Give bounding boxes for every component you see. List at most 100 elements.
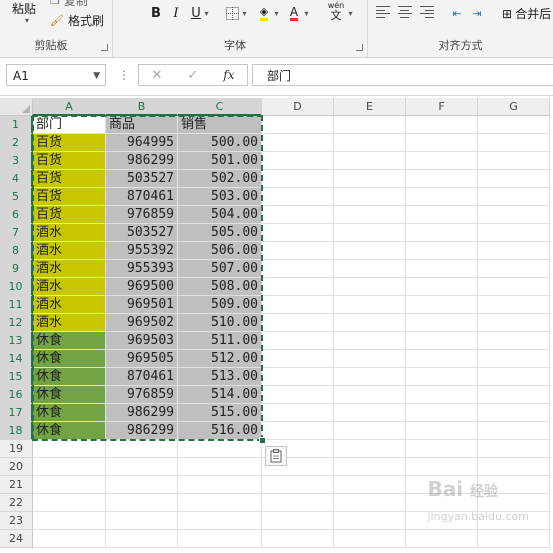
- insert-function-icon[interactable]: fx: [223, 68, 234, 82]
- cell-g5[interactable]: [478, 188, 550, 206]
- cell-f15[interactable]: [406, 368, 478, 386]
- chevron-down-icon[interactable]: ▼: [93, 65, 100, 87]
- cell-d6[interactable]: [262, 206, 334, 224]
- cell-g12[interactable]: [478, 314, 550, 332]
- cell-c18[interactable]: 516.00: [178, 422, 262, 440]
- cell-f6[interactable]: [406, 206, 478, 224]
- cell-b14[interactable]: 969505: [106, 350, 178, 368]
- cell-b19[interactable]: [106, 440, 178, 458]
- cell-e24[interactable]: [334, 530, 406, 548]
- fill-handle[interactable]: [259, 437, 266, 444]
- cell-g24[interactable]: [478, 530, 550, 548]
- cell-d23[interactable]: [262, 512, 334, 530]
- merge-center-button[interactable]: ⊞ 合并后: [502, 5, 551, 22]
- cell-g4[interactable]: [478, 170, 550, 188]
- row-header-14[interactable]: 14: [0, 350, 33, 368]
- cell-a14[interactable]: 休食: [33, 350, 106, 368]
- cell-f17[interactable]: [406, 404, 478, 422]
- cell-b9[interactable]: 955393: [106, 260, 178, 278]
- formula-input[interactable]: 部门: [252, 64, 553, 86]
- row-header-8[interactable]: 8: [0, 242, 33, 260]
- cell-f7[interactable]: [406, 224, 478, 242]
- cell-d11[interactable]: [262, 296, 334, 314]
- cell-c10[interactable]: 508.00: [178, 278, 262, 296]
- row-header-19[interactable]: 19: [0, 440, 33, 458]
- cell-f13[interactable]: [406, 332, 478, 350]
- cell-a23[interactable]: [33, 512, 106, 530]
- row-header-17[interactable]: 17: [0, 404, 33, 422]
- cell-d15[interactable]: [262, 368, 334, 386]
- cell-a15[interactable]: 休食: [33, 368, 106, 386]
- cell-f9[interactable]: [406, 260, 478, 278]
- cell-a18[interactable]: 休食: [33, 422, 106, 440]
- row-header-5[interactable]: 5: [0, 188, 33, 206]
- cell-b15[interactable]: 870461: [106, 368, 178, 386]
- cell-g10[interactable]: [478, 278, 550, 296]
- cell-f5[interactable]: [406, 188, 478, 206]
- column-header-f[interactable]: F: [406, 98, 478, 116]
- row-header-1[interactable]: 1: [0, 116, 33, 134]
- cell-e22[interactable]: [334, 494, 406, 512]
- cell-d4[interactable]: [262, 170, 334, 188]
- cell-e3[interactable]: [334, 152, 406, 170]
- cell-c24[interactable]: [178, 530, 262, 548]
- cell-g8[interactable]: [478, 242, 550, 260]
- cell-b8[interactable]: 955392: [106, 242, 178, 260]
- cell-g18[interactable]: [478, 422, 550, 440]
- cell-g14[interactable]: [478, 350, 550, 368]
- cell-c7[interactable]: 505.00: [178, 224, 262, 242]
- cell-b18[interactable]: 986299: [106, 422, 178, 440]
- cell-f18[interactable]: [406, 422, 478, 440]
- cell-b7[interactable]: 503527: [106, 224, 178, 242]
- cell-g3[interactable]: [478, 152, 550, 170]
- row-header-15[interactable]: 15: [0, 368, 33, 386]
- cell-b10[interactable]: 969500: [106, 278, 178, 296]
- cell-f11[interactable]: [406, 296, 478, 314]
- cell-d10[interactable]: [262, 278, 334, 296]
- row-header-20[interactable]: 20: [0, 458, 33, 476]
- cell-d12[interactable]: [262, 314, 334, 332]
- cell-c4[interactable]: 502.00: [178, 170, 262, 188]
- cell-a8[interactable]: 酒水: [33, 242, 106, 260]
- row-header-13[interactable]: 13: [0, 332, 33, 350]
- cell-d1[interactable]: [262, 116, 334, 134]
- cell-g13[interactable]: [478, 332, 550, 350]
- cell-a5[interactable]: 百货: [33, 188, 106, 206]
- cell-c16[interactable]: 514.00: [178, 386, 262, 404]
- cell-c13[interactable]: 511.00: [178, 332, 262, 350]
- cell-c1[interactable]: 销售: [178, 116, 262, 134]
- cell-c3[interactable]: 501.00: [178, 152, 262, 170]
- name-box[interactable]: A1 ▼: [6, 64, 106, 86]
- cell-b2[interactable]: 964995: [106, 134, 178, 152]
- cell-g17[interactable]: [478, 404, 550, 422]
- cell-c2[interactable]: 500.00: [178, 134, 262, 152]
- row-header-10[interactable]: 10: [0, 278, 33, 296]
- row-header-22[interactable]: 22: [0, 494, 33, 512]
- cell-d9[interactable]: [262, 260, 334, 278]
- align-right-icon[interactable]: [420, 6, 434, 18]
- cell-e6[interactable]: [334, 206, 406, 224]
- cell-a2[interactable]: 百货: [33, 134, 106, 152]
- decrease-indent-button[interactable]: ⇤: [448, 4, 466, 22]
- cell-b11[interactable]: 969501: [106, 296, 178, 314]
- cell-g16[interactable]: [478, 386, 550, 404]
- cell-c19[interactable]: [178, 440, 262, 458]
- cell-e19[interactable]: [334, 440, 406, 458]
- cell-c17[interactable]: 515.00: [178, 404, 262, 422]
- cell-b5[interactable]: 870461: [106, 188, 178, 206]
- cell-e1[interactable]: [334, 116, 406, 134]
- fill-color-dropdown[interactable]: ▾: [271, 4, 281, 22]
- cell-c6[interactable]: 504.00: [178, 206, 262, 224]
- cell-a7[interactable]: 酒水: [33, 224, 106, 242]
- row-header-16[interactable]: 16: [0, 386, 33, 404]
- cell-d8[interactable]: [262, 242, 334, 260]
- select-all-corner[interactable]: [0, 98, 33, 116]
- cell-b4[interactable]: 503527: [106, 170, 178, 188]
- cell-e8[interactable]: [334, 242, 406, 260]
- cell-d3[interactable]: [262, 152, 334, 170]
- enter-icon[interactable]: ✓: [187, 68, 198, 83]
- cell-c9[interactable]: 507.00: [178, 260, 262, 278]
- cell-b12[interactable]: 969502: [106, 314, 178, 332]
- cell-g2[interactable]: [478, 134, 550, 152]
- cell-a16[interactable]: 休食: [33, 386, 106, 404]
